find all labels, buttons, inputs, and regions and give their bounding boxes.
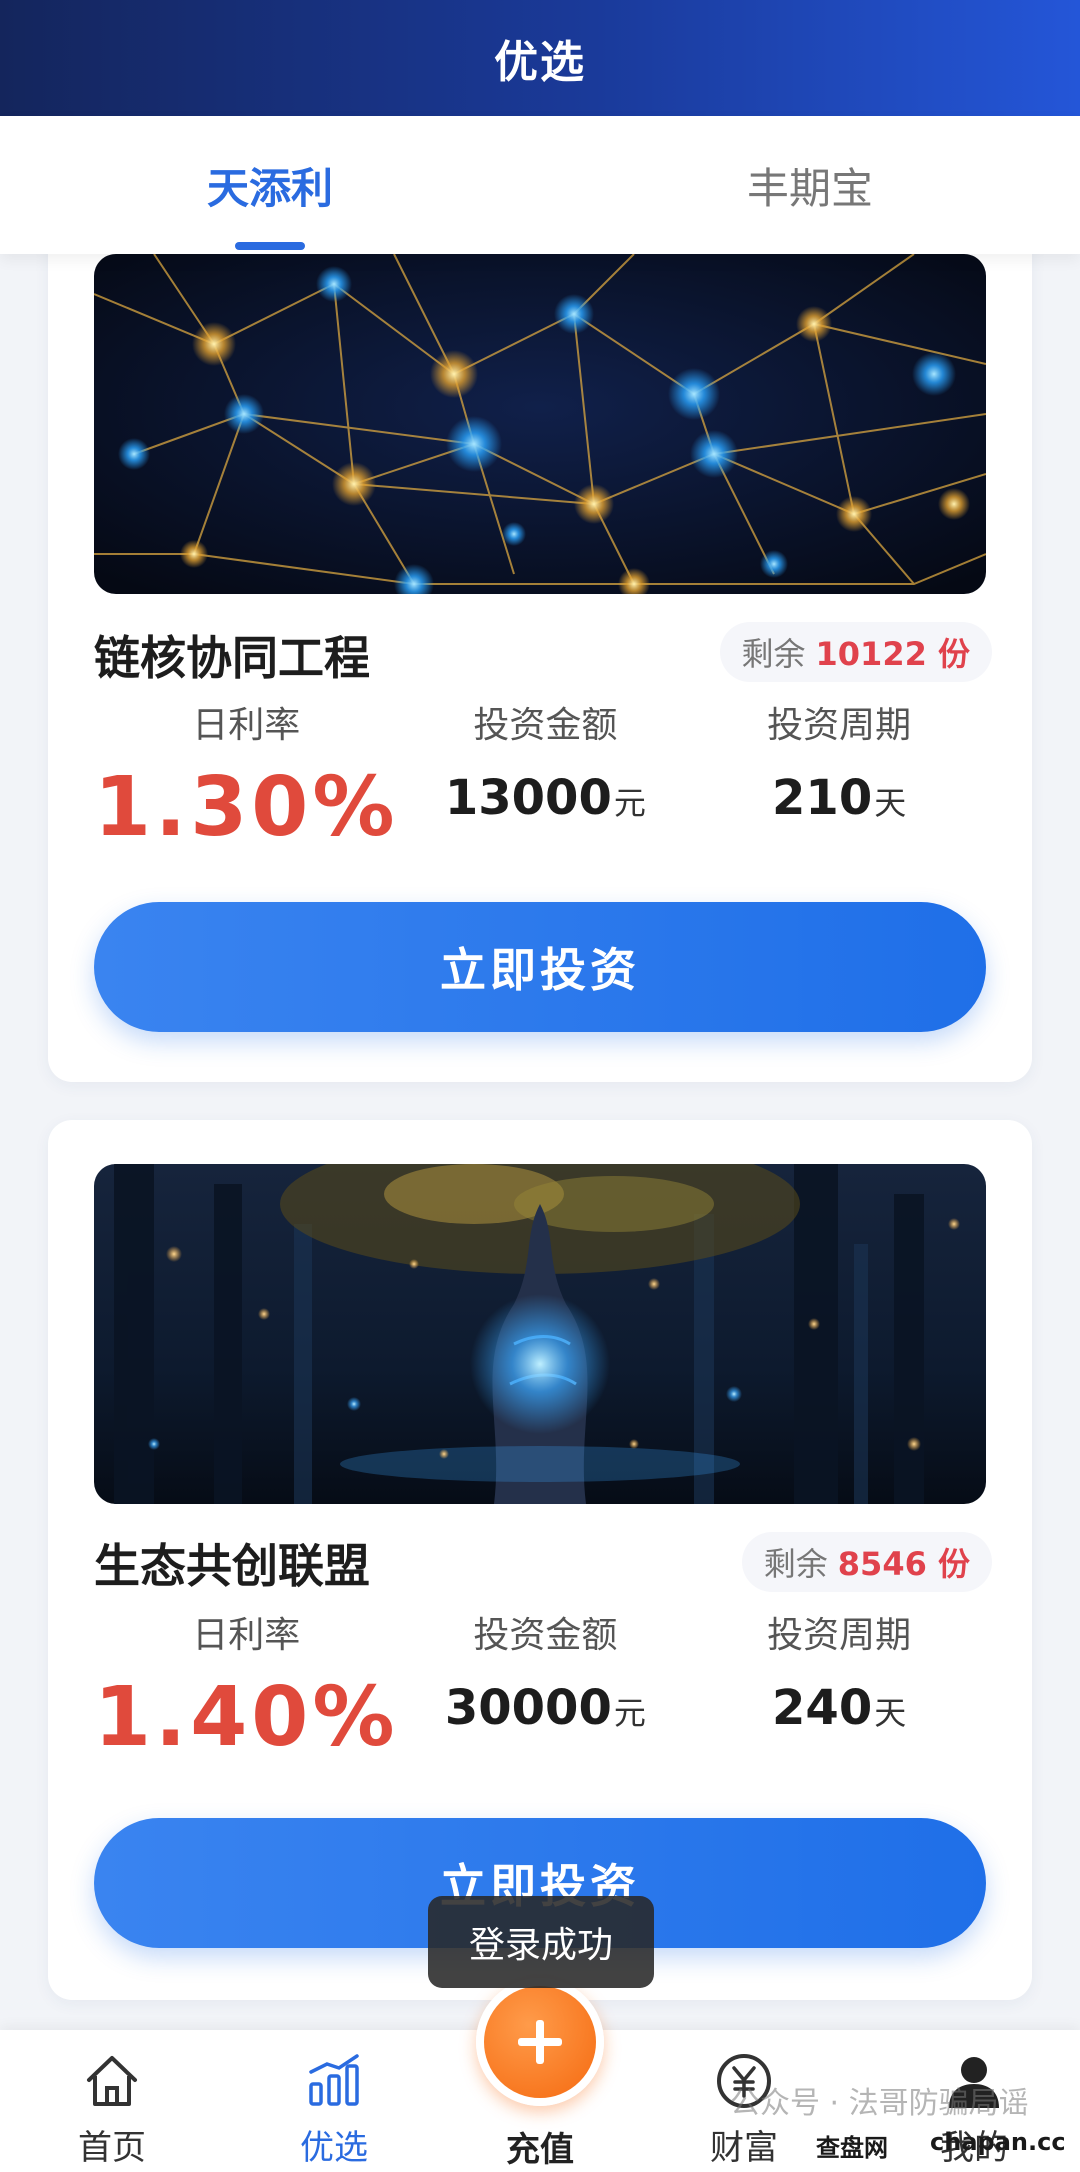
period-value-row: 210天 [692, 770, 986, 826]
tab-bar: 天添利 丰期宝 [0, 116, 1080, 254]
product-stats: 日利率 1.30% 投资金额 13000元 投资周期 210天 [94, 700, 986, 855]
period-stat: 投资周期 240天 [692, 1610, 986, 1765]
daily-rate-value: 1.40% [94, 1670, 399, 1765]
amount-unit: 元 [613, 784, 646, 822]
period-unit: 天 [874, 1694, 907, 1732]
remaining-label: 剩余 [741, 635, 806, 673]
forest-tree-image [94, 1164, 986, 1504]
amount-value: 30000 [444, 1680, 612, 1736]
product-banner-image [94, 1164, 986, 1504]
period-stat: 投资周期 210天 [692, 700, 986, 855]
invest-now-button[interactable]: 立即投资 [94, 902, 986, 1032]
watermark-brand-url: chapan.cc [930, 2128, 1066, 2156]
daily-rate-value: 1.30% [94, 760, 399, 855]
period-label: 投资周期 [767, 1615, 912, 1656]
remaining-label: 剩余 [763, 1545, 828, 1583]
nav-recharge-label: 充值 [506, 2130, 574, 2170]
nav-selected[interactable]: 优选 [226, 2030, 442, 2172]
period-label: 投资周期 [767, 705, 912, 746]
app-header: 优选 [0, 0, 1080, 116]
daily-rate-stat: 日利率 1.40% [94, 1610, 398, 1765]
remaining-badge: 剩余 8546 份 [741, 1532, 992, 1592]
amount-value-row: 13000元 [398, 770, 692, 826]
nav-home[interactable]: 首页 [4, 2030, 220, 2172]
recharge-fab[interactable] [476, 1978, 604, 2106]
product-stats: 日利率 1.40% 投资金额 30000元 投资周期 240天 [94, 1610, 986, 1765]
page-title: 优选 [494, 37, 586, 88]
period-value: 240 [772, 1680, 873, 1736]
login-success-toast: 登录成功 [428, 1896, 654, 1988]
product-card: 生态共创联盟 剩余 8546 份 日利率 1.40% 投资金额 30000元 投… [48, 1120, 1032, 2000]
amount-label: 投资金额 [473, 1615, 618, 1656]
daily-rate-label: 日利率 [192, 705, 301, 746]
nav-home-label: 首页 [78, 2128, 146, 2168]
period-value-row: 240天 [692, 1680, 986, 1736]
watermark-brand-cn: 查盘网 [816, 2134, 888, 2162]
remaining-value: 10122 份 [815, 635, 970, 673]
amount-stat: 投资金额 30000元 [398, 1610, 692, 1765]
daily-rate-label: 日利率 [192, 1615, 301, 1656]
amount-unit: 元 [613, 1694, 646, 1732]
amount-label: 投资金额 [473, 705, 618, 746]
remaining-value: 8546 份 [837, 1545, 970, 1583]
plus-icon [518, 2020, 562, 2064]
product-card: 链核协同工程 剩余 10122 份 日利率 1.30% 投资金额 13000元 … [48, 210, 1032, 1082]
period-value: 210 [772, 770, 873, 826]
product-banner-image [94, 254, 986, 594]
amount-stat: 投资金额 13000元 [398, 700, 692, 855]
daily-rate-stat: 日利率 1.30% [94, 700, 398, 855]
amount-value-row: 30000元 [398, 1680, 692, 1736]
tab-fengqibao[interactable]: 丰期宝 [540, 116, 1080, 254]
amount-value: 13000 [444, 770, 612, 826]
remaining-badge: 剩余 10122 份 [719, 622, 992, 682]
network-image [94, 254, 986, 594]
chart-bars-icon [309, 2054, 359, 2106]
product-name: 生态共创联盟 [94, 1539, 370, 1593]
watermark-text: 公众号 · 法哥防骗局谣 [730, 2086, 1029, 2121]
product-name: 链核协同工程 [94, 631, 370, 685]
tab-tiantianli[interactable]: 天添利 [0, 116, 540, 254]
period-unit: 天 [874, 784, 907, 822]
home-icon [87, 2056, 137, 2106]
nav-selected-label: 优选 [300, 2128, 368, 2168]
